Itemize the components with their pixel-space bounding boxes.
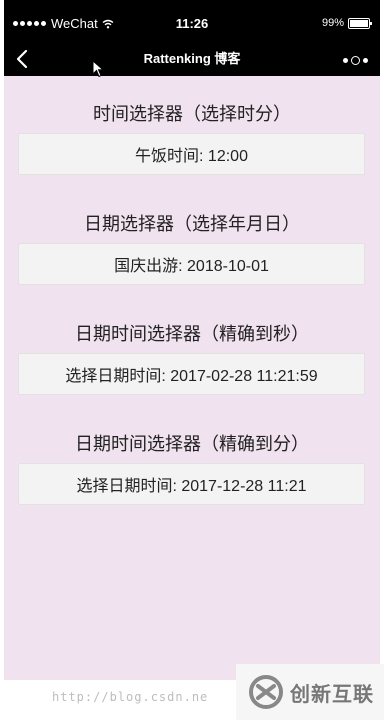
status-bar: WeChat 11:26 99%: [4, 0, 380, 44]
holiday-date-picker[interactable]: 国庆出游: 2018-10-01: [18, 243, 365, 285]
watermark-logo-text: 创新互联: [290, 683, 374, 706]
battery-percent: 99%: [321, 17, 344, 29]
datetime-minutes-title: 日期时间选择器（精确到分）: [75, 434, 309, 454]
battery-icon: [348, 17, 372, 29]
top-bar: WeChat 11:26 99% Rattenking 博客: [4, 0, 380, 76]
datetime-minutes-picker[interactable]: 选择日期时间: 2017-12-28 11:21: [18, 463, 365, 505]
date-picker-title: 日期选择器（选择年月日）: [84, 214, 300, 234]
brand-logo-icon: [249, 675, 283, 709]
watermark-logo: 创新互联: [236, 664, 384, 720]
phone-screen: WeChat 11:26 99% Rattenking 博客 时间选择器（选择时…: [4, 0, 380, 680]
battery-status: 99%: [321, 17, 372, 29]
time-picker-title: 时间选择器（选择时分）: [93, 104, 291, 124]
more-menu-icon[interactable]: [343, 56, 368, 65]
watermark-url: http://blog.csdn.ne: [52, 690, 209, 704]
mouse-cursor-icon: [92, 60, 105, 78]
nav-bar: Rattenking 博客: [4, 44, 380, 76]
datetime-seconds-picker[interactable]: 选择日期时间: 2017-02-28 11:21:59: [18, 353, 365, 395]
datetime-seconds-title: 日期时间选择器（精确到秒）: [75, 324, 309, 344]
lunch-time-picker[interactable]: 午饭时间: 12:00: [18, 133, 365, 175]
nav-title: Rattenking 博客: [143, 51, 241, 66]
